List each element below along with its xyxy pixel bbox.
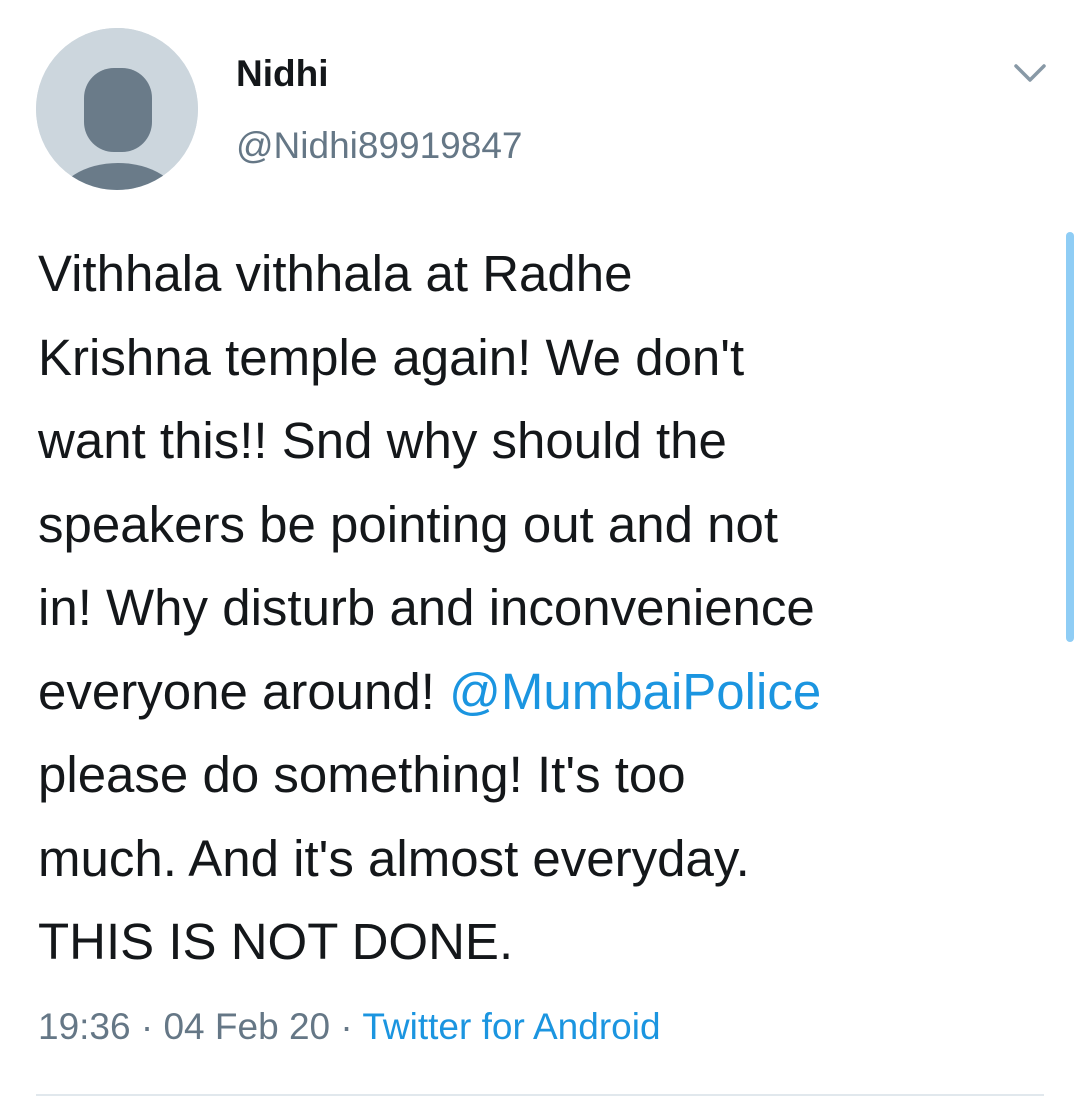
author-name[interactable]: Nidhi (236, 52, 328, 96)
tweet-line-text: everyone around! (38, 662, 450, 720)
tweet-date: 04 Feb 20 (163, 1006, 331, 1047)
tweet-line: much. And it's almost everyday. (38, 829, 750, 887)
default-profile-icon (36, 28, 198, 190)
chevron-down-icon[interactable] (1010, 56, 1050, 90)
divider (36, 1094, 1044, 1096)
tweet-line: please do something! It's too (38, 746, 686, 803)
author-handle[interactable]: @Nidhi89919847 (236, 124, 523, 168)
scrollbar[interactable] (1066, 232, 1074, 642)
tweet-line: Krishna temple again! We don't (38, 328, 745, 386)
tweet-line: THIS IS NOT DONE. (38, 913, 514, 970)
tweet-line: speakers be pointing out and not (38, 495, 779, 553)
meta-separator: · (130, 1006, 164, 1047)
mention-link[interactable]: @MumbaiPolice (449, 663, 821, 720)
tweet-text: Vithhala vithhala at Radhe Krishna templ… (38, 232, 1048, 984)
tweet-time: 19:36 (38, 1006, 131, 1047)
avatar[interactable] (36, 28, 198, 190)
tweet-line: in! Why disturb and inconvenience (38, 579, 815, 636)
meta-separator: · (330, 1006, 363, 1047)
tweet-line: want this!! Snd why should the (38, 412, 727, 469)
tweet-meta: 19:36 · 04 Feb 20 · Twitter for Android (38, 1004, 661, 1050)
tweet-line: Vithhala vithhala at Radhe (38, 245, 633, 302)
tweet-line: everyone around! @MumbaiPolice (38, 663, 821, 720)
source-link[interactable]: Twitter for Android (362, 1006, 660, 1047)
